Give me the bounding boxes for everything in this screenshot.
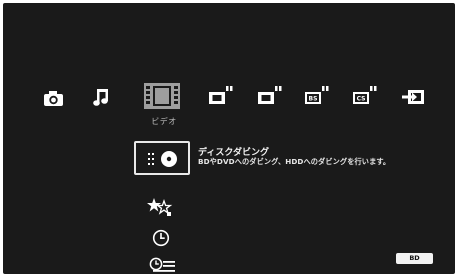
disc-dubbing-icon	[148, 151, 177, 167]
selected-menu-item[interactable]	[134, 141, 190, 175]
timer-icon[interactable]	[152, 229, 170, 247]
film-icon[interactable]	[144, 83, 180, 109]
cs-badge: CS	[357, 96, 366, 103]
bd-badge: BD	[396, 253, 433, 264]
camera-icon[interactable]	[43, 90, 64, 107]
xmb-screen: ビデオ BS CS ディスクダビング BDやDVDへのダビング、HDDへのダビン…	[3, 3, 455, 274]
category-label: ビデオ	[151, 117, 177, 126]
input-icon[interactable]	[401, 89, 425, 105]
menu-item-description: BDやDVDへのダビング、HDDへのダビングを行います。	[198, 157, 391, 166]
music-note-icon[interactable]	[93, 87, 109, 107]
schedule-list-icon[interactable]	[149, 257, 177, 274]
tv-icon[interactable]	[208, 86, 234, 106]
bs-badge: BS	[309, 96, 318, 103]
bs-tv-icon[interactable]: BS	[304, 86, 330, 106]
tv-icon[interactable]	[257, 86, 283, 106]
cs-tv-icon[interactable]: CS	[352, 86, 378, 106]
favorites-stars-icon[interactable]	[147, 197, 173, 217]
